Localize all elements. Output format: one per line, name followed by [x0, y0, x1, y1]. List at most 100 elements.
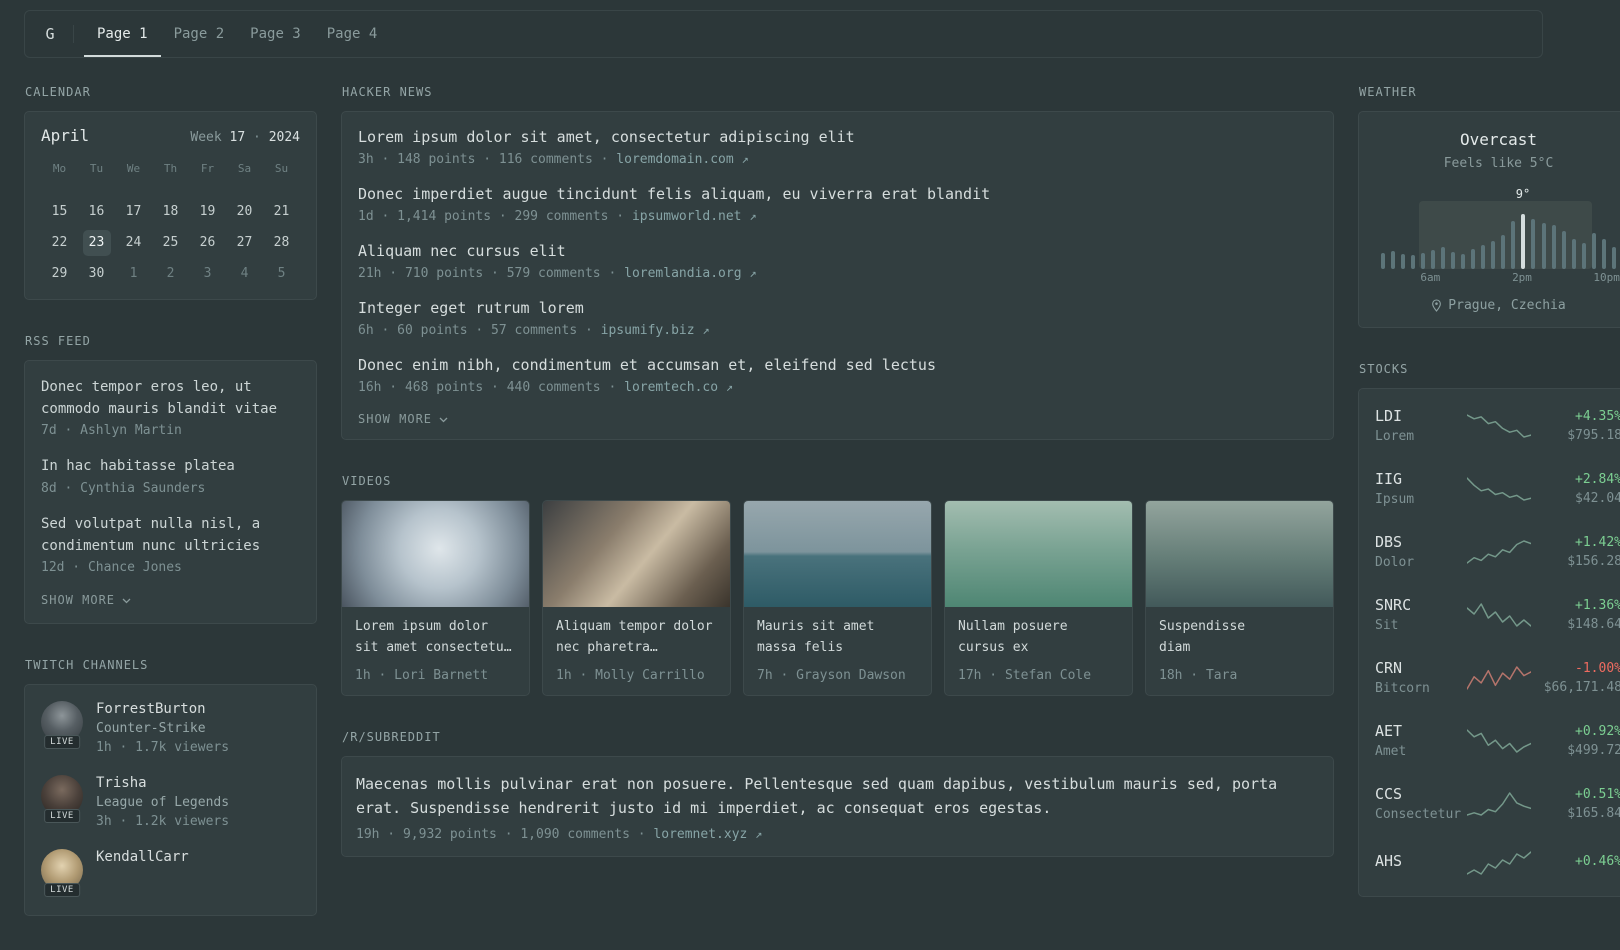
rss-item-title[interactable]: Donec tempor eros leo, ut commodo mauris…: [41, 377, 300, 420]
video-card[interactable]: Lorem ipsum dolor sit amet consectetu… 1…: [341, 500, 530, 696]
calendar-day-number: 26: [194, 230, 222, 256]
stock-symbol[interactable]: DBS: [1375, 533, 1459, 551]
video-title[interactable]: Suspendisse diam: [1159, 617, 1320, 659]
calendar-day: 30: [78, 258, 115, 289]
calendar-widget-header: CALENDAR: [25, 85, 317, 99]
stock-row[interactable]: SNRC Sit +1.36% $148.64: [1375, 583, 1620, 646]
news-source-link[interactable]: ipsumify.biz ↗: [601, 323, 710, 338]
video-thumbnail[interactable]: [543, 501, 730, 607]
meta-separator: ·: [608, 380, 616, 395]
stock-symbol[interactable]: LDI: [1375, 407, 1459, 425]
stock-symbol[interactable]: CRN: [1375, 659, 1459, 677]
rss-item[interactable]: In hac habitasse platea 8d · Cynthia Sau…: [41, 456, 300, 496]
video-title[interactable]: Aliquam tempor dolor nec pharetra…: [556, 617, 717, 659]
video-card[interactable]: Nullam posuere cursus ex 17h · Stefan Co…: [944, 500, 1133, 696]
video-card-body: Lorem ipsum dolor sit amet consectetu… 1…: [342, 607, 529, 695]
stocks-widget: STOCKS LDI Lorem +4.35% $795.18: [1358, 362, 1620, 897]
news-title[interactable]: Aliquam nec cursus elit: [358, 241, 1317, 262]
stock-row[interactable]: CRN Bitcorn -1.00% $66,171.48: [1375, 646, 1620, 709]
stock-symbol[interactable]: SNRC: [1375, 596, 1459, 614]
stock-symbol[interactable]: AET: [1375, 722, 1459, 740]
news-source-link[interactable]: loremtech.co ↗: [624, 380, 733, 395]
news-source-link[interactable]: ipsumworld.net ↗: [632, 209, 757, 224]
twitch-channel-name[interactable]: Trisha: [96, 775, 229, 791]
reddit-source-link[interactable]: loremnet.xyz ↗: [653, 827, 762, 842]
page-tab[interactable]: Page 3: [237, 11, 314, 57]
weather-bar: [1461, 254, 1465, 269]
stock-row[interactable]: LDI Lorem +4.35% $795.18: [1375, 394, 1620, 457]
stock-row[interactable]: CCS Consectetur +0.51% $165.84: [1375, 772, 1620, 835]
rss-item-meta: 12d · Chance Jones: [41, 560, 300, 575]
stock-symbol[interactable]: CCS: [1375, 785, 1459, 803]
weather-bar: [1381, 253, 1385, 269]
stock-numbers: +0.92% $499.72: [1539, 724, 1620, 758]
calendar-day-number: 15: [46, 199, 74, 225]
stock-info: AET Amet: [1375, 722, 1459, 759]
page-tab[interactable]: Page 2: [161, 11, 238, 57]
stock-symbol[interactable]: IIG: [1375, 470, 1459, 488]
video-card[interactable]: Mauris sit amet massa felis 7h · Grayson…: [743, 500, 932, 696]
twitch-channel-row[interactable]: LIVE ForrestBurton Counter-Strike 1h · 1…: [41, 701, 300, 755]
stock-numbers: +2.84% $42.04: [1539, 472, 1620, 506]
rss-item[interactable]: Donec tempor eros leo, ut commodo mauris…: [41, 377, 300, 438]
video-thumbnail[interactable]: [1146, 501, 1333, 607]
news-title[interactable]: Donec enim nibh, condimentum et accumsan…: [358, 355, 1317, 376]
twitch-widget-header: TWITCH CHANNELS: [25, 658, 317, 672]
calendar-day-number: 20: [231, 199, 259, 225]
page-tab[interactable]: Page 1: [84, 11, 161, 57]
twitch-channel-row[interactable]: LIVE Trisha League of Legends 3h · 1.2k …: [41, 775, 300, 829]
weather-bar: [1542, 223, 1546, 269]
stock-symbol[interactable]: AHS: [1375, 852, 1459, 870]
app-logo[interactable]: G: [27, 11, 73, 57]
stock-row[interactable]: AHS +0.46%: [1375, 835, 1620, 891]
calendar-weekday: Tu: [78, 157, 115, 184]
news-source-link[interactable]: loremlandia.org ↗: [624, 266, 756, 281]
twitch-channel-name[interactable]: ForrestBurton: [96, 701, 229, 717]
weather-bar: [1441, 247, 1445, 269]
news-source-link[interactable]: loremdomain.com ↗: [616, 152, 748, 167]
stock-price: $795.18: [1539, 428, 1620, 443]
video-thumbnail[interactable]: [342, 501, 529, 607]
news-meta: 6h · 60 points · 57 comments · ipsumify.…: [358, 323, 1317, 338]
weather-bar: [1602, 239, 1606, 269]
rss-item-title[interactable]: In hac habitasse platea: [41, 456, 300, 478]
twitch-channel-row[interactable]: LIVE KendallCarr: [41, 849, 300, 891]
video-card[interactable]: Aliquam tempor dolor nec pharetra… 1h · …: [542, 500, 731, 696]
news-meta: 21h · 710 points · 579 comments · loreml…: [358, 266, 1317, 281]
rss-item-title[interactable]: Sed volutpat nulla nisl, a condimentum n…: [41, 514, 300, 557]
news-title[interactable]: Donec imperdiet augue tincidunt felis al…: [358, 184, 1317, 205]
news-title[interactable]: Lorem ipsum dolor sit amet, consectetur …: [358, 127, 1317, 148]
calendar-day-number: 3: [194, 261, 222, 287]
stock-row[interactable]: DBS Dolor +1.42% $156.28: [1375, 520, 1620, 583]
twitch-channel-name[interactable]: KendallCarr: [96, 849, 189, 865]
twitch-game[interactable]: League of Legends: [96, 795, 229, 810]
video-title[interactable]: Nullam posuere cursus ex: [958, 617, 1119, 659]
stock-name: Lorem: [1375, 429, 1459, 444]
calendar-day-number: 22: [46, 230, 74, 256]
video-title[interactable]: Mauris sit amet massa felis: [757, 617, 918, 659]
weather-bar: [1612, 247, 1616, 269]
rss-show-more-button[interactable]: SHOW MORE: [41, 593, 300, 607]
twitch-card: LIVE ForrestBurton Counter-Strike 1h · 1…: [24, 684, 317, 916]
news-title[interactable]: Integer eget rutrum lorem: [358, 298, 1317, 319]
video-thumbnail[interactable]: [744, 501, 931, 607]
video-title[interactable]: Lorem ipsum dolor sit amet consectetu…: [355, 617, 516, 659]
stock-row[interactable]: AET Amet +0.92% $499.72: [1375, 709, 1620, 772]
stock-info: LDI Lorem: [1375, 407, 1459, 444]
calendar-day-number: 30: [83, 261, 111, 287]
page-tab[interactable]: Page 4: [314, 11, 391, 57]
video-thumbnail[interactable]: [945, 501, 1132, 607]
rss-item[interactable]: Sed volutpat nulla nisl, a condimentum n…: [41, 514, 300, 575]
stock-row[interactable]: IIG Ipsum +2.84% $42.04: [1375, 457, 1620, 520]
weather-chart: 9° 6am2pm10pm: [1381, 187, 1616, 285]
reddit-post-title[interactable]: Maecenas mollis pulvinar erat non posuer…: [356, 772, 1319, 822]
nav-divider: [73, 25, 74, 43]
twitch-game[interactable]: Counter-Strike: [96, 721, 229, 736]
stock-sparkline: [1467, 726, 1531, 756]
hackernews-show-more-button[interactable]: SHOW MORE: [358, 412, 1317, 426]
weather-bar: [1562, 231, 1566, 269]
stock-info: SNRC Sit: [1375, 596, 1459, 633]
calendar-day: 3: [189, 258, 226, 289]
news-item: Donec enim nibh, condimentum et accumsan…: [358, 355, 1317, 395]
video-card[interactable]: Suspendisse diam 18h · Tara: [1145, 500, 1334, 696]
